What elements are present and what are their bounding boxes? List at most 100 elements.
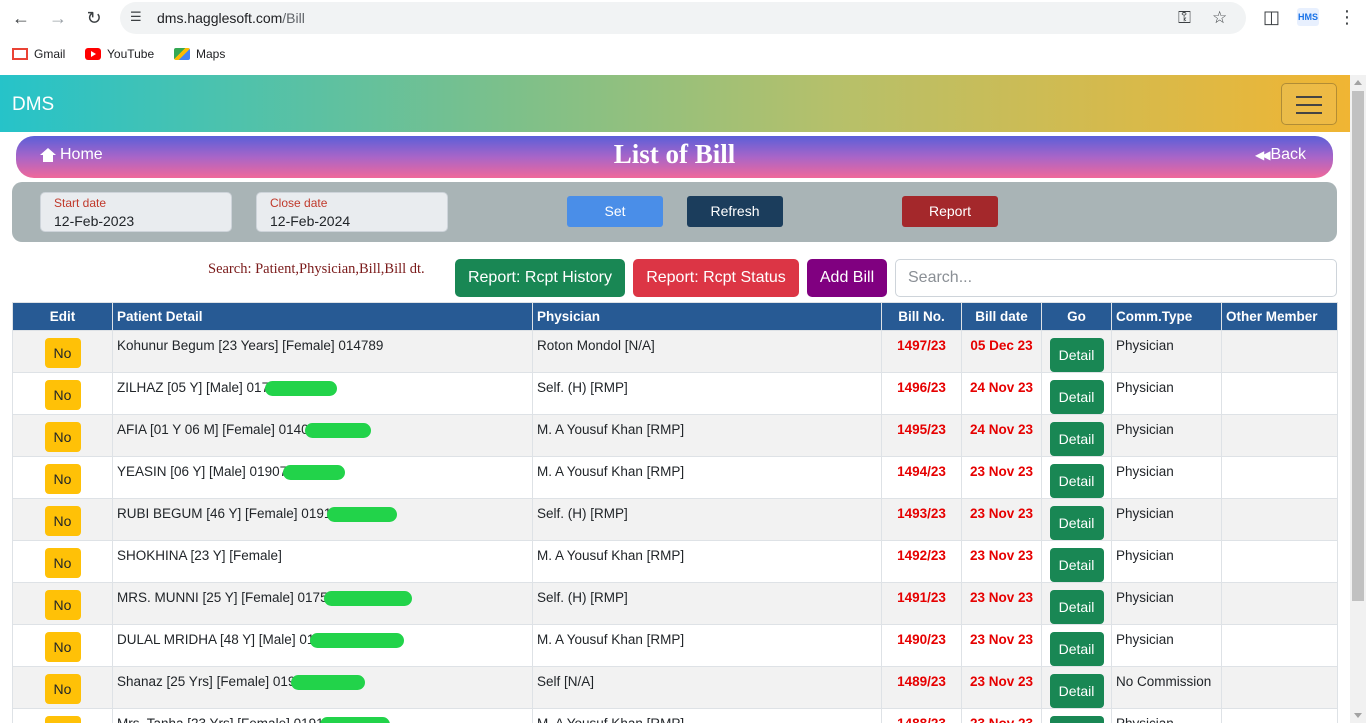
edit-cell: No bbox=[12, 624, 113, 667]
search-hint: Search: Patient,Physician,Bill,Bill dt. bbox=[208, 261, 425, 277]
kebab-menu-icon[interactable]: ⋮ bbox=[1338, 7, 1356, 28]
comm-type-cell: Physician bbox=[1111, 624, 1222, 667]
bill-date-cell: 23 Nov 23 bbox=[961, 540, 1042, 583]
rcpt-status-button[interactable]: Report: Rcpt Status bbox=[633, 259, 799, 297]
redaction-mark bbox=[304, 422, 371, 438]
edit-no-button[interactable]: No bbox=[44, 716, 81, 723]
close-date-field[interactable]: Close date 12-Feb-2024 bbox=[256, 192, 448, 232]
gmail-icon bbox=[12, 48, 28, 60]
patient-detail: ZILHAZ [05 Y] [Male] 017 bbox=[117, 380, 270, 395]
refresh-button[interactable]: Refresh bbox=[687, 196, 783, 227]
app-brand[interactable]: DMS bbox=[12, 94, 54, 116]
bill-date-cell: 24 Nov 23 bbox=[961, 372, 1042, 415]
add-bill-button[interactable]: Add Bill bbox=[807, 259, 887, 297]
edit-cell: No bbox=[12, 540, 113, 583]
scrollbar-thumb[interactable] bbox=[1352, 91, 1364, 601]
edit-cell: No bbox=[12, 708, 113, 723]
go-cell: Detail bbox=[1041, 666, 1112, 709]
patient-detail: DULAL MRIDHA [48 Y] [Male] 01 bbox=[117, 632, 315, 647]
bill-date-cell: 05 Dec 23 bbox=[961, 330, 1042, 373]
redaction-mark bbox=[291, 674, 366, 690]
edit-no-button[interactable]: No bbox=[44, 506, 81, 536]
start-date-value[interactable]: 12-Feb-2023 bbox=[54, 213, 134, 229]
go-cell: Detail bbox=[1041, 372, 1112, 415]
patient-detail-cell: AFIA [01 Y 06 M] [Female] 0140 bbox=[112, 414, 533, 457]
address-bar[interactable]: ☰ dms.hagglesoft.com/Bill ⚿ ☆ bbox=[120, 2, 1246, 34]
detail-button[interactable]: Detail bbox=[1049, 338, 1104, 372]
page-scrollbar[interactable] bbox=[1350, 75, 1366, 723]
physician-cell: Self. (H) [RMP] bbox=[532, 582, 882, 625]
back-arrow-icon[interactable]: ← bbox=[8, 6, 34, 30]
bill-no-cell: 1496/23 bbox=[881, 372, 962, 415]
extension-icon[interactable]: HMS bbox=[1297, 8, 1319, 26]
detail-button[interactable]: Detail bbox=[1049, 422, 1104, 456]
edit-no-button[interactable]: No bbox=[44, 632, 81, 662]
back-link[interactable]: ◀◀ Back bbox=[1255, 146, 1306, 164]
comm-type-cell: Physician bbox=[1111, 414, 1222, 457]
bookmark-maps[interactable]: Maps bbox=[174, 47, 225, 61]
star-icon[interactable]: ☆ bbox=[1212, 8, 1227, 28]
url-text[interactable]: dms.hagglesoft.com/Bill bbox=[157, 10, 305, 26]
close-date-value[interactable]: 12-Feb-2024 bbox=[270, 213, 350, 229]
other-member-cell bbox=[1221, 666, 1338, 709]
bill-no-cell: 1495/23 bbox=[881, 414, 962, 457]
bookmark-label: Gmail bbox=[34, 47, 66, 61]
edit-no-button[interactable]: No bbox=[44, 464, 81, 494]
bill-no-cell: 1491/23 bbox=[881, 582, 962, 625]
bookmark-label: Maps bbox=[196, 47, 226, 61]
bill-no-cell: 1488/23 bbox=[881, 708, 962, 723]
search-input[interactable] bbox=[895, 259, 1337, 297]
edit-cell: No bbox=[12, 582, 113, 625]
column-header: Other Member bbox=[1221, 302, 1338, 331]
physician-cell: M. A Yousuf Khan [RMP] bbox=[532, 540, 882, 583]
set-button[interactable]: Set bbox=[567, 196, 663, 227]
detail-button[interactable]: Detail bbox=[1049, 674, 1104, 708]
detail-button[interactable]: Detail bbox=[1049, 632, 1104, 666]
hamburger-icon bbox=[1296, 112, 1322, 114]
side-panel-icon[interactable]: ◫ bbox=[1263, 7, 1280, 28]
browser-toolbar: ← → ↻ ☰ dms.hagglesoft.com/Bill ⚿ ☆ ◫ HM… bbox=[0, 0, 1366, 36]
edit-no-button[interactable]: No bbox=[44, 380, 81, 410]
detail-button[interactable]: Detail bbox=[1049, 464, 1104, 498]
detail-button[interactable]: Detail bbox=[1049, 590, 1104, 624]
bookmark-gmail[interactable]: Gmail bbox=[12, 47, 65, 61]
edit-no-button[interactable]: No bbox=[44, 422, 81, 452]
detail-button[interactable]: Detail bbox=[1049, 380, 1104, 414]
edit-no-button[interactable]: No bbox=[44, 674, 81, 704]
column-header: Bill No. bbox=[881, 302, 962, 331]
table-row: No RUBI BEGUM [46 Y] [Female] 0191 Self. (… bbox=[12, 498, 1338, 541]
start-date-label: Start date bbox=[54, 196, 107, 210]
redaction-mark bbox=[283, 464, 346, 480]
bookmark-label: YouTube bbox=[107, 47, 155, 61]
start-date-field[interactable]: Start date 12-Feb-2023 bbox=[40, 192, 232, 232]
column-header: Patient Detail bbox=[112, 302, 533, 331]
report-button[interactable]: Report bbox=[902, 196, 998, 227]
reload-icon[interactable]: ↻ bbox=[81, 6, 107, 30]
comm-type-cell: No Commission bbox=[1111, 666, 1222, 709]
bill-no-cell: 1492/23 bbox=[881, 540, 962, 583]
forward-arrow-icon[interactable]: → bbox=[45, 6, 71, 30]
edit-no-button[interactable]: No bbox=[44, 548, 81, 578]
scroll-up-icon[interactable] bbox=[1354, 80, 1362, 85]
site-settings-icon[interactable]: ☰ bbox=[130, 9, 146, 25]
table-row: No MRS. MUNNI [25 Y] [Female] 0175 Self. (… bbox=[12, 582, 1338, 625]
table-row: No Shanaz [25 Yrs] [Female] 019 Self [N/A]… bbox=[12, 666, 1338, 709]
edit-cell: No bbox=[12, 456, 113, 499]
bookmark-youtube[interactable]: YouTube bbox=[85, 47, 154, 61]
detail-button[interactable]: Detail bbox=[1049, 548, 1104, 582]
detail-button[interactable]: Detail bbox=[1049, 506, 1104, 540]
edit-no-button[interactable]: No bbox=[44, 338, 81, 368]
menu-toggle-button[interactable] bbox=[1281, 83, 1337, 125]
column-header: Comm.Type bbox=[1111, 302, 1222, 331]
physician-cell: Self. (H) [RMP] bbox=[532, 372, 882, 415]
scroll-down-icon[interactable] bbox=[1354, 713, 1362, 718]
detail-button[interactable]: Detail bbox=[1049, 716, 1104, 723]
rcpt-history-button[interactable]: Report: Rcpt History bbox=[455, 259, 625, 297]
bookmarks-bar: Gmail YouTube Maps bbox=[0, 40, 1366, 68]
key-icon[interactable]: ⚿ bbox=[1178, 8, 1191, 28]
date-filter-bar: Start date 12-Feb-2023 Close date 12-Feb… bbox=[12, 182, 1337, 242]
edit-no-button[interactable]: No bbox=[44, 590, 81, 620]
patient-detail: RUBI BEGUM [46 Y] [Female] 0191 bbox=[117, 506, 332, 521]
physician-cell: M. A Yousuf Khan [RMP] bbox=[532, 456, 882, 499]
patient-detail: YEASIN [06 Y] [Male] 01907 bbox=[117, 464, 288, 479]
